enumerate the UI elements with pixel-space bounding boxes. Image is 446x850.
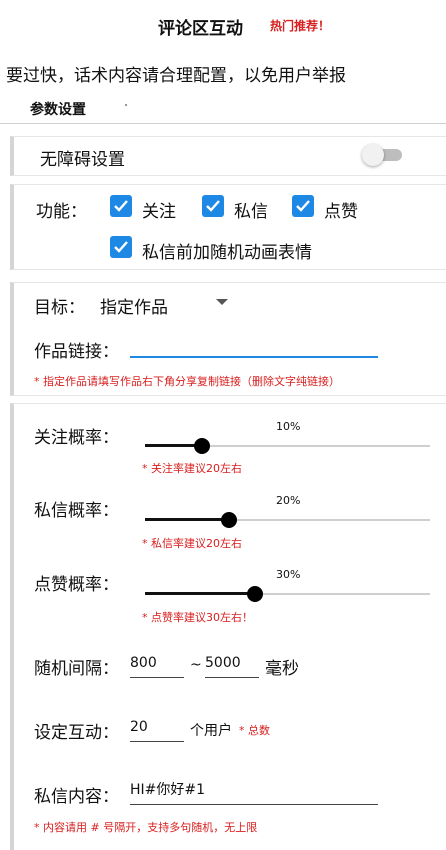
emoji-checkbox-label: 私信前加随机动画表情: [142, 243, 312, 263]
chevron-down-icon[interactable]: [216, 299, 228, 305]
message-checkbox[interactable]: [202, 195, 224, 217]
like-rate-value: 30%: [276, 568, 301, 581]
toggle-knob: [362, 144, 384, 166]
like-rate-label: 点赞概率：: [34, 575, 119, 595]
follow-rate-hint: * 关注率建议20左右: [142, 462, 242, 475]
message-content-label: 私信内容：: [34, 787, 119, 807]
message-content-input[interactable]: HI#你好#1: [130, 780, 378, 805]
link-hint: * 指定作品请填写作品右下角分享复制链接（删除文字纯链接）: [34, 375, 340, 388]
follow-rate-label: 关注概率：: [34, 428, 119, 448]
slider-thumb[interactable]: [194, 438, 210, 454]
interval-unit: 毫秒: [265, 659, 299, 679]
section-title: 参数设置: [30, 102, 86, 118]
page-title: 评论区互动: [158, 19, 243, 39]
slider-fill: [145, 518, 229, 521]
like-rate-hint: * 点赞率建议30左右！: [142, 611, 253, 624]
message-rate-slider[interactable]: [145, 510, 430, 530]
message-rate-hint: * 私信率建议20左右: [142, 537, 242, 550]
interval-min-input[interactable]: 800: [130, 653, 184, 678]
interval-label: 随机间隔：: [34, 659, 119, 679]
interval-max-input[interactable]: 5000: [205, 653, 259, 678]
check-icon: [296, 200, 310, 212]
target-label: 目标：: [34, 298, 85, 318]
link-label: 作品链接：: [34, 342, 119, 362]
features-label: 功能：: [36, 202, 87, 222]
slider-thumb[interactable]: [247, 586, 263, 602]
interaction-note: * 总数: [239, 724, 270, 737]
link-input[interactable]: [130, 356, 378, 358]
hot-badge: 热门推荐！: [270, 19, 331, 33]
follow-rate-slider[interactable]: [145, 436, 430, 456]
follow-checkbox-label: 关注: [142, 202, 176, 222]
like-checkbox[interactable]: [292, 195, 314, 217]
check-icon: [114, 241, 128, 253]
like-rate-slider[interactable]: [145, 584, 430, 604]
interval-separator: ~: [190, 657, 202, 673]
emoji-checkbox[interactable]: [110, 236, 132, 258]
divider-dot: [125, 104, 127, 106]
follow-checkbox[interactable]: [110, 195, 132, 217]
notice-text: 要过快，话术内容请合理配置，以免用户举报: [6, 66, 346, 86]
check-icon: [206, 200, 220, 212]
message-rate-value: 20%: [276, 494, 301, 507]
interaction-count-input[interactable]: 20: [130, 717, 184, 742]
like-checkbox-label: 点赞: [324, 202, 358, 222]
slider-fill: [145, 592, 255, 595]
check-icon: [114, 200, 128, 212]
app-header: 评论区互动 热门推荐！: [0, 0, 446, 44]
interaction-label: 设定互动：: [34, 723, 119, 743]
target-select[interactable]: 指定作品: [100, 293, 168, 318]
accessibility-toggle[interactable]: [362, 144, 402, 166]
message-content-hint: * 内容请用 # 号隔开，支持多句随机，无上限: [34, 821, 258, 834]
accessibility-label: 无障碍设置: [40, 150, 125, 170]
follow-rate-value: 10%: [276, 420, 301, 433]
slider-thumb[interactable]: [221, 512, 237, 528]
divider: [0, 123, 446, 124]
message-checkbox-label: 私信: [234, 202, 268, 222]
interaction-unit: 个用户: [190, 723, 232, 739]
message-rate-label: 私信概率：: [34, 501, 119, 521]
